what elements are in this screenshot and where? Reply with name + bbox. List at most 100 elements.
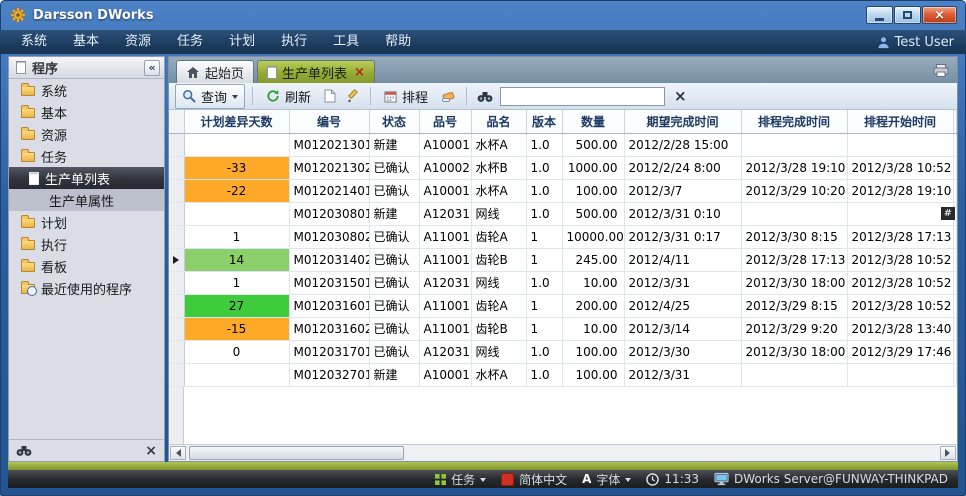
- menu-item-system[interactable]: 系统: [8, 30, 60, 54]
- minimize-button[interactable]: [866, 6, 893, 24]
- col-partial[interactable]: 前: [953, 110, 957, 133]
- status-language-label: 简体中文: [519, 471, 567, 488]
- row-selector[interactable]: [169, 156, 184, 179]
- sidebar-item-resource[interactable]: 资源: [9, 123, 164, 145]
- menu-item-task[interactable]: 任务: [164, 30, 216, 54]
- table-row[interactable]: -15 M012031602 已确认 A11001 齿轮B 1 10.00 20…: [169, 317, 957, 340]
- table-row[interactable]: M012030801 新建 A12031 网线 1.0 500.00 2012/…: [169, 202, 957, 225]
- row-selector[interactable]: [169, 363, 184, 386]
- new-button[interactable]: [321, 87, 339, 105]
- scroll-right-button[interactable]: [940, 446, 956, 460]
- user-indicator[interactable]: Test User: [877, 35, 958, 50]
- menu-item-resource[interactable]: 资源: [112, 30, 164, 54]
- schedule-button[interactable]: 排程: [378, 85, 434, 108]
- tab-bar: 起始页 生产单列表 ×: [169, 57, 957, 83]
- row-selector[interactable]: [169, 317, 184, 340]
- new-page-icon: [324, 89, 336, 103]
- toolbar-search-clear-icon[interactable]: ×: [669, 89, 692, 104]
- status-font[interactable]: A 字体: [582, 471, 631, 488]
- col-status[interactable]: 状态: [369, 110, 419, 133]
- sidebar-header: 程序 «: [9, 57, 164, 79]
- sidebar-item-system[interactable]: 系统: [9, 79, 164, 101]
- tab-label: 起始页: [205, 63, 244, 82]
- col-code[interactable]: 编号: [289, 110, 369, 133]
- sidebar-collapse-button[interactable]: «: [144, 60, 160, 76]
- menu-item-tools[interactable]: 工具: [320, 30, 372, 54]
- table-row[interactable]: -33 M012021302 已确认 A10002 水杯B 1.0 1000.0…: [169, 156, 957, 179]
- edit-button[interactable]: [343, 87, 363, 105]
- col-due-time[interactable]: 期望完成时间: [624, 110, 741, 133]
- sidebar-item-task[interactable]: 任务: [9, 145, 164, 167]
- sidebar-search-clear-icon[interactable]: ×: [145, 444, 157, 458]
- person-icon: [877, 36, 890, 49]
- col-qty[interactable]: 数量: [562, 110, 624, 133]
- table-row-selected[interactable]: 14 M012031402 已确认 A11001 齿轮B 1 245.00 20…: [169, 248, 957, 271]
- table-row[interactable]: 27 M012031601 已确认 A11001 齿轮A 1 200.00 20…: [169, 294, 957, 317]
- row-selector[interactable]: [169, 294, 184, 317]
- tab-home[interactable]: 起始页: [176, 60, 254, 83]
- row-selector[interactable]: [169, 202, 184, 225]
- user-name: Test User: [895, 35, 954, 50]
- table-row[interactable]: 0 M012031701 已确认 A12031 网线 1.0 100.00 20…: [169, 340, 957, 363]
- erase-button[interactable]: [438, 88, 459, 105]
- magnifier-icon: [182, 89, 196, 103]
- maximize-button[interactable]: [894, 6, 921, 24]
- sidebar-item-execute[interactable]: 执行: [9, 233, 164, 255]
- status-task-menu[interactable]: 任务: [435, 471, 486, 488]
- table-row[interactable]: 1 M012031501 已确认 A12031 网线 1.0 10.00 201…: [169, 271, 957, 294]
- table-row[interactable]: M012032701 新建 A10001 水杯A 1.0 100.00 2012…: [169, 363, 957, 386]
- status-server[interactable]: DWorks Server@FUNWAY-THINKPAD: [714, 472, 948, 486]
- row-selector[interactable]: [169, 340, 184, 363]
- scrollbar-thumb[interactable]: [189, 446, 404, 460]
- close-button[interactable]: ×: [922, 6, 957, 24]
- status-time[interactable]: 11:33: [646, 472, 699, 486]
- row-selector[interactable]: [169, 271, 184, 294]
- scroll-left-button[interactable]: [170, 446, 186, 460]
- table-row[interactable]: 1 M012030802 已确认 A11001 齿轮A 1 10000.00 2…: [169, 225, 957, 248]
- row-selector[interactable]: [169, 179, 184, 202]
- table-row[interactable]: -22 M012021401 已确认 A10001 水杯A 1.0 100.00…: [169, 179, 957, 202]
- binoculars-icon: [477, 90, 493, 103]
- row-selector[interactable]: [169, 133, 184, 156]
- menu-item-help[interactable]: 帮助: [372, 30, 424, 54]
- col-item-name[interactable]: 品名: [471, 110, 526, 133]
- sidebar-item-recent-programs[interactable]: 最近使用的程序: [9, 277, 164, 299]
- pencil-icon: [346, 89, 360, 103]
- sidebar-item-production-order-props[interactable]: 生产单属性: [9, 189, 164, 211]
- find-button[interactable]: [474, 88, 496, 105]
- row-selector-current[interactable]: [169, 248, 184, 271]
- printer-icon[interactable]: [933, 64, 949, 77]
- tab-close-icon[interactable]: ×: [354, 66, 365, 79]
- table-row[interactable]: M012021301 新建 A10001 水杯A 1.0 500.00 2012…: [169, 133, 957, 156]
- triangle-right-icon: [945, 449, 954, 457]
- horizontal-scrollbar[interactable]: [169, 444, 957, 461]
- col-version[interactable]: 版本: [526, 110, 562, 133]
- status-language[interactable]: 简体中文: [501, 471, 567, 488]
- sidebar: 程序 « 系统 基本 资源 任务 生产单列表 生产单属性 计划: [8, 56, 165, 462]
- toolbar-search-input[interactable]: [500, 87, 665, 106]
- col-plan-diff-days[interactable]: 计划差异天数: [184, 110, 289, 133]
- row-selector[interactable]: [169, 225, 184, 248]
- refresh-button[interactable]: 刷新: [260, 85, 317, 108]
- query-button[interactable]: 查询: [175, 84, 245, 109]
- tab-production-order-list[interactable]: 生产单列表 ×: [257, 60, 375, 83]
- menubar: 系统 基本 资源 任务 计划 执行 工具 帮助 Test User: [0, 30, 966, 54]
- menu-item-basic[interactable]: 基本: [60, 30, 112, 54]
- sidebar-item-production-order-list[interactable]: 生产单列表: [9, 167, 164, 189]
- status-server-label: DWorks Server@FUNWAY-THINKPAD: [734, 472, 948, 486]
- sidebar-item-plan[interactable]: 计划: [9, 211, 164, 233]
- binoculars-icon: [16, 444, 32, 457]
- window-controls: ×: [866, 6, 957, 24]
- query-label: 查询: [201, 87, 227, 106]
- sidebar-search-input[interactable]: [39, 444, 138, 458]
- menu-item-plan[interactable]: 计划: [216, 30, 268, 54]
- menu-item-execute[interactable]: 执行: [268, 30, 320, 54]
- folder-icon: [21, 130, 35, 140]
- folder-icon: [21, 262, 35, 272]
- sidebar-item-basic[interactable]: 基本: [9, 101, 164, 123]
- sidebar-item-label: 系统: [41, 81, 67, 100]
- col-item-no[interactable]: 品号: [419, 110, 471, 133]
- sidebar-item-kanban[interactable]: 看板: [9, 255, 164, 277]
- col-sched-start-time[interactable]: 排程开始时间: [847, 110, 953, 133]
- col-sched-end-time[interactable]: 排程完成时间: [741, 110, 847, 133]
